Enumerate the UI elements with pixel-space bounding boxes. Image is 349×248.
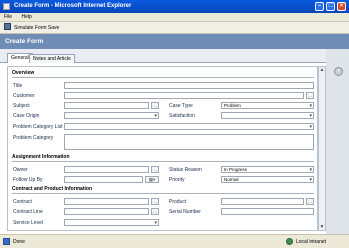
problem-category-list-label: Problem Category List — [13, 124, 63, 130]
section-assignment-information: Assignment Information — [12, 153, 314, 162]
close-button[interactable]: × — [337, 2, 346, 11]
customer-lookup-icon[interactable]: … — [306, 92, 314, 99]
ie-icon — [3, 3, 10, 10]
customer-label: Customer — [13, 93, 35, 99]
status-reason-select[interactable]: In Progress — [221, 166, 314, 173]
tab-notes-and-article[interactable]: Notes and Article — [29, 54, 75, 63]
problem-category-label: Problem Category — [13, 135, 54, 141]
menu-bar: File Help — [0, 13, 349, 22]
service-level-select[interactable] — [64, 219, 159, 226]
satisfaction-select[interactable] — [221, 112, 314, 119]
status-reason-label: Status Reason — [169, 167, 202, 173]
intranet-zone-icon — [286, 238, 293, 245]
customer-field[interactable] — [64, 92, 304, 99]
subject-field[interactable] — [64, 102, 149, 109]
priority-label: Priority — [169, 177, 185, 183]
follow-up-by-field[interactable] — [64, 176, 143, 183]
simulate-save-button[interactable]: Simulate Form Save — [4, 23, 60, 31]
priority-select[interactable]: Normal — [221, 176, 314, 183]
form-title: Create Form — [5, 38, 44, 45]
case-origin-select[interactable] — [64, 112, 159, 119]
tab-strip: General Notes and Article — [0, 49, 349, 63]
product-lookup-icon[interactable]: … — [306, 198, 314, 205]
status-text: Done — [13, 239, 25, 245]
window-titlebar: Create Form - Microsoft Internet Explore… — [0, 0, 349, 13]
contract-field[interactable] — [64, 198, 149, 205]
section-contract-and-product: Contract and Product Information — [12, 185, 314, 194]
subject-label: Subject — [13, 103, 30, 109]
status-bar: Done Local intranet — [0, 234, 349, 248]
product-field[interactable] — [221, 198, 304, 205]
contract-line-lookup-icon[interactable]: … — [151, 208, 159, 215]
form-header: Create Form — [0, 34, 349, 49]
menu-file[interactable]: File — [4, 14, 12, 20]
contract-line-field[interactable] — [64, 208, 149, 215]
form-content: Overview Title Customer … Subject … Case… — [7, 66, 318, 231]
case-type-select[interactable]: Problem — [221, 102, 314, 109]
menu-help[interactable]: Help — [21, 14, 31, 20]
title-field[interactable] — [64, 82, 314, 89]
problem-category-textarea[interactable] — [64, 134, 314, 150]
side-panel: › — [326, 49, 349, 234]
simulate-save-label: Simulate Form Save — [14, 25, 60, 31]
expand-icon[interactable]: › — [334, 67, 343, 76]
maximize-button[interactable]: □ — [326, 2, 335, 11]
problem-category-list-select[interactable] — [64, 123, 314, 130]
section-overview: Overview — [12, 69, 314, 78]
owner-field[interactable] — [64, 166, 149, 173]
case-type-label: Case Type — [169, 103, 193, 109]
security-zone: Local intranet — [296, 239, 327, 245]
owner-label: Owner — [13, 167, 28, 173]
toolbar: Simulate Form Save — [0, 22, 349, 34]
product-label: Product — [169, 199, 187, 205]
minimize-button[interactable]: – — [315, 2, 324, 11]
calendar-icon[interactable]: ▦▾ — [145, 176, 159, 183]
serial-number-label: Serial Number — [169, 209, 201, 215]
scroll-down-icon[interactable]: ▼ — [319, 224, 325, 230]
contract-label: Contract — [13, 199, 32, 205]
contract-lookup-icon[interactable]: … — [151, 198, 159, 205]
window-title: Create Form - Microsoft Internet Explore… — [14, 3, 132, 9]
service-level-label: Service Level — [13, 220, 44, 226]
satisfaction-label: Satisfaction — [169, 113, 195, 119]
scroll-up-icon[interactable]: ▲ — [319, 67, 325, 73]
serial-number-field[interactable] — [221, 208, 314, 215]
case-origin-label: Case Origin — [13, 113, 40, 119]
page-done-icon — [3, 238, 10, 245]
vertical-scrollbar[interactable]: ▲ ▼ — [318, 66, 326, 231]
contract-line-label: Contract Line — [13, 209, 43, 215]
follow-up-by-label: Follow Up By — [13, 177, 43, 183]
title-label: Title — [13, 83, 23, 89]
save-icon — [4, 23, 11, 30]
subject-lookup-icon[interactable]: … — [151, 102, 159, 109]
owner-lookup-icon[interactable]: … — [151, 166, 159, 173]
